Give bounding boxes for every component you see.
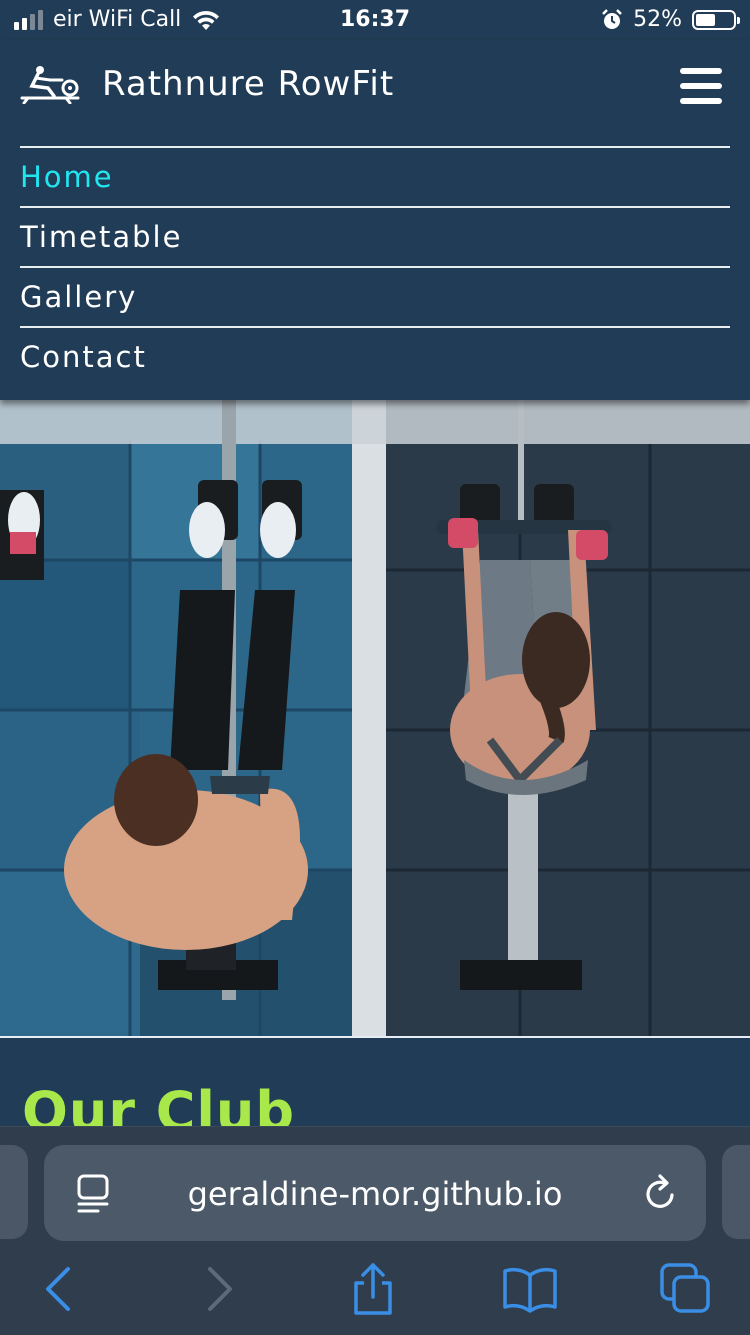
alarm-icon [602,8,622,29]
nav-item-label: Contact [20,340,147,374]
brand[interactable]: Rathnure RowFit [20,64,394,104]
nav-item-home[interactable]: Home [20,146,730,206]
next-tab-preview[interactable] [722,1145,750,1239]
browser-toolbar: geraldine-mor.github.io [0,1126,750,1335]
hamburger-menu-icon[interactable] [680,68,722,104]
share-icon[interactable] [348,1263,398,1315]
forward-icon[interactable] [194,1263,244,1315]
rower-logo-icon [20,66,80,104]
status-bar: eir WiFi Call 16:37 52% [0,0,750,40]
bookmarks-icon[interactable] [502,1263,558,1315]
nav-item-label: Home [20,160,114,194]
battery-percent: 52% [633,7,682,32]
tabs-icon[interactable] [660,1263,712,1315]
bottom-toolbar [0,1263,750,1323]
site-title: Rathnure RowFit [102,64,395,104]
nav-item-gallery[interactable]: Gallery [20,266,730,326]
url-text: geraldine-mor.github.io [187,1175,563,1213]
status-right: 52% [601,7,740,32]
main-nav: Home Timetable Gallery Contact [20,146,730,386]
hero-divider [0,1036,750,1038]
nav-item-contact[interactable]: Contact [20,326,730,386]
reload-icon[interactable] [642,1173,680,1213]
previous-tab-preview[interactable] [0,1145,28,1239]
address-bar[interactable]: geraldine-mor.github.io [44,1145,706,1241]
battery-icon [692,9,740,30]
nav-item-label: Timetable [20,220,183,254]
nav-item-timetable[interactable]: Timetable [20,206,730,266]
back-icon[interactable] [34,1263,84,1315]
site-header: Rathnure RowFit Home Timetable Gallery C… [0,40,750,400]
nav-item-label: Gallery [20,280,138,314]
hero-image [0,400,750,1036]
